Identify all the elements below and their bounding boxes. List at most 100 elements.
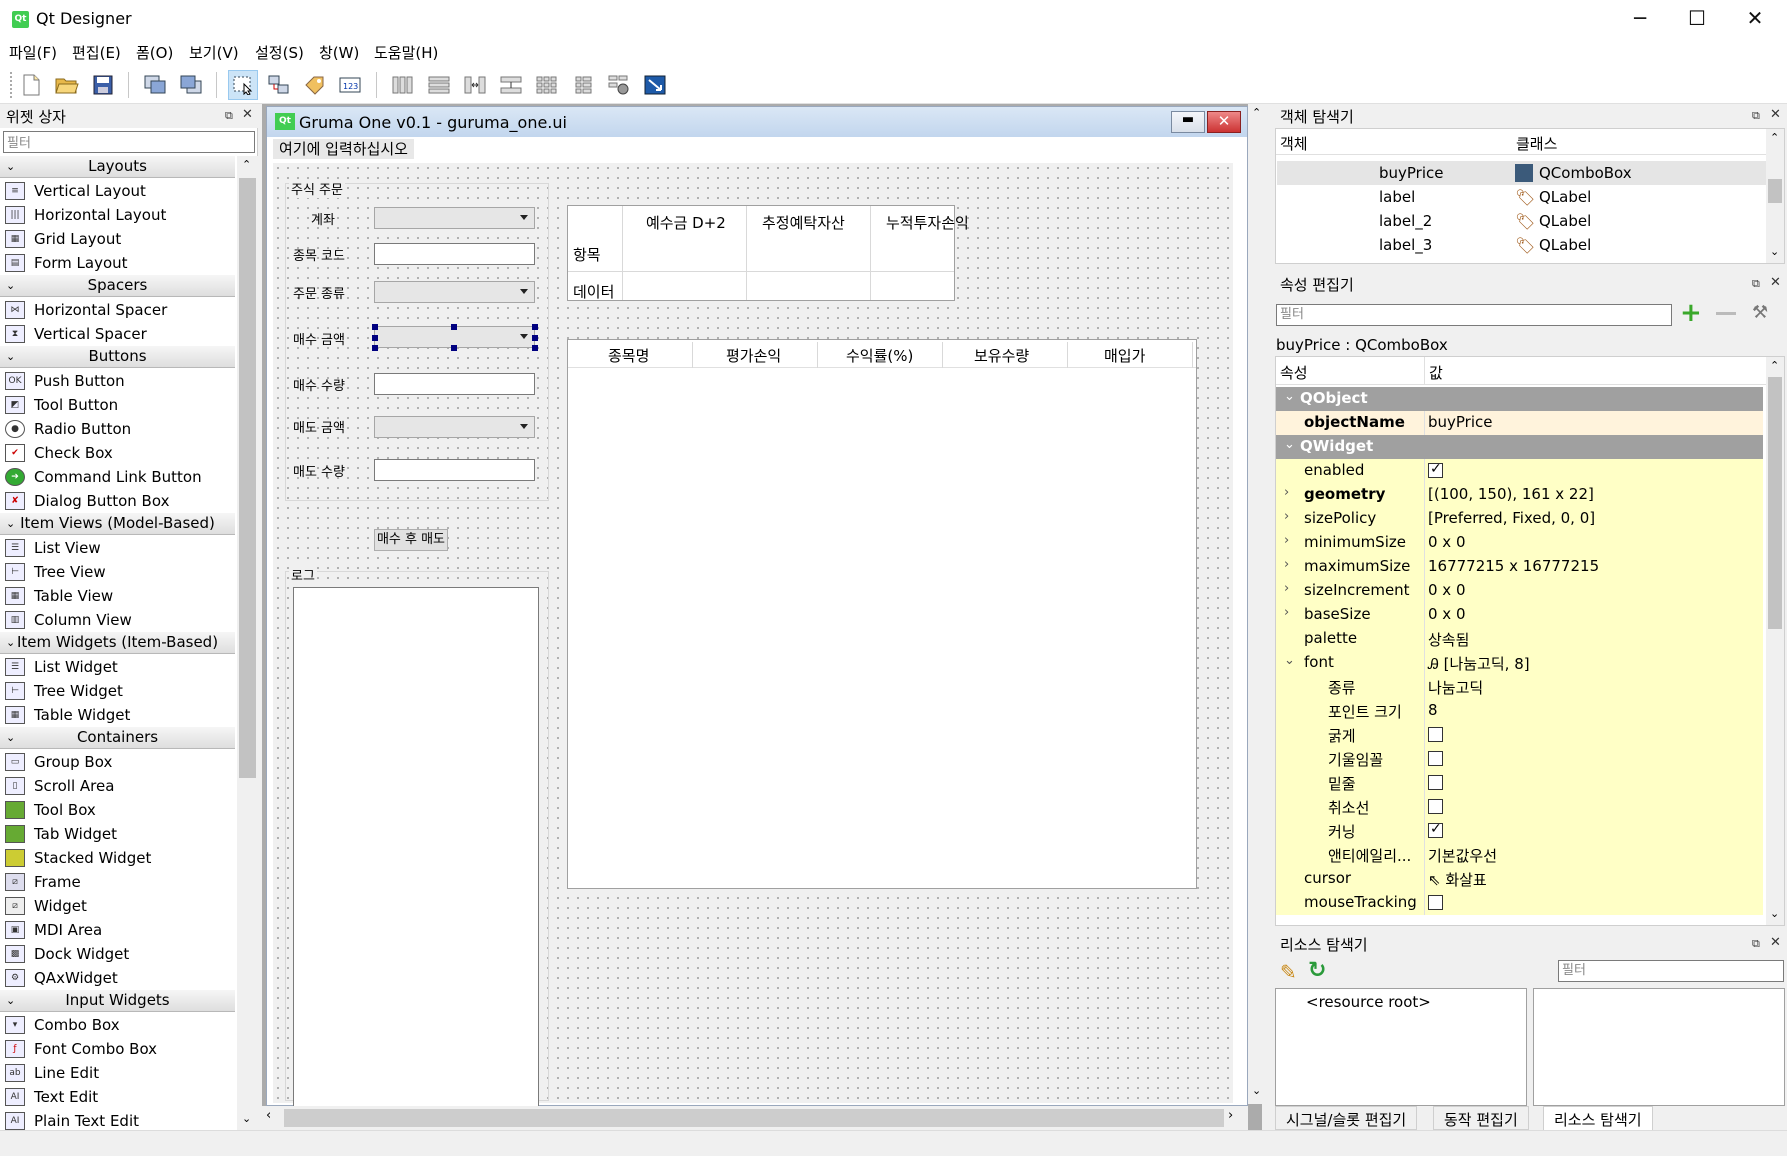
object-name[interactable]: label (1379, 188, 1415, 206)
scroll-down-icon[interactable]: ⌄ (1252, 1084, 1261, 1097)
object-name[interactable]: label_3 (1379, 236, 1432, 254)
save-icon[interactable] (88, 70, 118, 100)
widget-form-layout[interactable]: ▤ Form Layout (5, 251, 128, 275)
widget-tree-view[interactable]: ⊢ Tree View (5, 560, 106, 584)
mdi-horizontal-scrollbar[interactable]: ‹ › (262, 1106, 1248, 1130)
close-dock-icon[interactable]: ✕ (1770, 275, 1781, 290)
category-layouts[interactable]: ⌄ Layouts (0, 156, 235, 178)
edit-tab-order-icon[interactable]: 123 (336, 70, 366, 100)
widget-tool-button[interactable]: ◩ Tool Button (5, 393, 118, 417)
minimize-button[interactable]: ─ (1610, 0, 1670, 38)
widget-horizontal-layout[interactable]: ||| Horizontal Layout (5, 203, 166, 227)
menu-window[interactable]: 창(W) (319, 42, 359, 63)
layout-horizontal-icon[interactable] (388, 70, 418, 100)
mdi-vertical-scrollbar[interactable]: ⌃ ⌄ (1248, 104, 1266, 1104)
resource-filter-input[interactable]: 필터 (1558, 960, 1784, 982)
form-menu-placeholder[interactable]: 여기에 입력하십시오 (273, 139, 414, 159)
reload-icon[interactable]: ↻ (1308, 958, 1326, 983)
selection-handle[interactable] (532, 335, 538, 341)
property-scrollbar[interactable]: ⌃ ⌄ (1766, 357, 1784, 925)
selection-handle[interactable] (372, 324, 378, 330)
prop-sizepolicy[interactable]: › sizePolicy [Preferred, Fixed, 0, 0] (1276, 507, 1763, 531)
menu-view[interactable]: 보기(V) (189, 42, 239, 63)
buy-then-sell-button[interactable]: 매수 후 매도 (374, 529, 448, 551)
holdings-col-header[interactable]: 평가손익 (726, 345, 781, 366)
scroll-up-icon[interactable]: ⌃ (1770, 359, 1779, 372)
mousetracking-checkbox[interactable] (1428, 895, 1443, 910)
open-file-icon[interactable] (52, 70, 82, 100)
menu-help[interactable]: 도움말(H) (374, 42, 438, 63)
prop-basesize[interactable]: › baseSize 0 x 0 (1276, 603, 1763, 627)
prop-sizeincrement[interactable]: › sizeIncrement 0 x 0 (1276, 579, 1763, 603)
category-input-widgets[interactable]: ⌄ Input Widgets (0, 990, 235, 1012)
prop-font-kerning[interactable]: 커닝 (1276, 819, 1763, 843)
scrollbar-thumb[interactable] (239, 178, 256, 778)
resource-root[interactable]: <resource root> (1306, 993, 1431, 1011)
close-button[interactable]: ✕ (1725, 0, 1785, 38)
widget-group-box[interactable]: ▭ Group Box (5, 750, 112, 774)
widget-tool-box[interactable]: Tool Box (5, 798, 96, 822)
widget-vertical-layout[interactable]: ≡ Vertical Layout (5, 179, 146, 203)
widget-box-scrollbar[interactable]: ⌃ ⌄ (237, 156, 258, 1130)
widget-combo-box[interactable]: ▾ Combo Box (5, 1013, 120, 1037)
widget-push-button[interactable]: OK Push Button (5, 369, 125, 393)
tab-resource-browser[interactable]: 리소스 탐색기 (1543, 1106, 1653, 1130)
scroll-down-icon[interactable]: ⌄ (1770, 245, 1779, 258)
widget-stacked-widget[interactable]: Stacked Widget (5, 846, 151, 870)
prop-maximumsize[interactable]: › maximumSize 16777215 x 16777215 (1276, 555, 1763, 579)
prop-mousetracking[interactable]: mouseTracking (1276, 891, 1763, 915)
category-buttons[interactable]: ⌄ Buttons (0, 346, 235, 368)
holdings-col-header[interactable]: 종목명 (608, 345, 649, 366)
tab-signal-slot-editor[interactable]: 시그널/슬롯 편집기 (1275, 1106, 1418, 1130)
widget-dock-widget[interactable]: ▩ Dock Widget (5, 942, 129, 966)
prop-font[interactable]: ⌄ font Ꭿ [나눔고딕, 8] (1276, 651, 1763, 675)
prop-font-strikeout[interactable]: 취소선 (1276, 795, 1763, 819)
prop-palette[interactable]: palette 상속됨 (1276, 627, 1763, 651)
order-type-combo[interactable] (374, 281, 535, 303)
prop-enabled[interactable]: enabled (1276, 459, 1763, 483)
close-dock-icon[interactable]: ✕ (1770, 935, 1781, 950)
send-back-icon[interactable] (140, 70, 170, 100)
widget-qaxwidget[interactable]: ⚙ QAxWidget (5, 966, 118, 990)
selection-handle[interactable] (532, 345, 538, 351)
scroll-left-icon[interactable]: ‹ (266, 1108, 271, 1123)
menu-file[interactable]: 파일(F) (9, 42, 57, 63)
section-qobject[interactable]: ⌄ QObject (1276, 387, 1763, 411)
object-name[interactable]: buyPrice (1379, 164, 1444, 182)
widget-table-widget[interactable]: ▦ Table Widget (5, 703, 130, 727)
remove-property-icon[interactable] (1716, 312, 1736, 315)
prop-font-bold[interactable]: 굵게 (1276, 723, 1763, 747)
widget-filter-input[interactable]: 필터 (3, 131, 255, 153)
widget-line-edit[interactable]: ab Line Edit (5, 1061, 99, 1085)
adjust-size-icon[interactable] (640, 70, 670, 100)
widget-grid-layout[interactable]: ▦ Grid Layout (5, 227, 121, 251)
scroll-down-icon[interactable]: ⌄ (1770, 907, 1779, 920)
widget-tree-widget[interactable]: ⊢ Tree Widget (5, 679, 123, 703)
layout-v-splitter-icon[interactable] (496, 70, 526, 100)
selection-handle[interactable] (372, 335, 378, 341)
property-filter-input[interactable]: 필터 (1276, 304, 1672, 326)
object-inspector-scrollbar[interactable]: ⌃ ⌄ (1766, 129, 1784, 263)
widget-column-view[interactable]: ▥ Column View (5, 608, 132, 632)
category-containers[interactable]: ⌄ Containers (0, 727, 235, 749)
float-dock-icon[interactable]: ⧉ (1752, 277, 1760, 291)
edit-widgets-icon[interactable] (228, 70, 258, 100)
holdings-col-header[interactable]: 보유수량 (974, 345, 1029, 366)
prop-geometry[interactable]: › geometry [(100, 150), 161 x 22] (1276, 483, 1763, 507)
new-file-icon[interactable] (16, 70, 46, 100)
scroll-up-icon[interactable]: ⌃ (242, 158, 251, 171)
widget-dialog-button-box[interactable]: ✘ Dialog Button Box (5, 489, 169, 513)
object-name[interactable]: label_2 (1379, 212, 1432, 230)
scroll-up-icon[interactable]: ⌃ (1770, 131, 1779, 144)
bold-checkbox[interactable] (1428, 727, 1443, 742)
widget-list-widget[interactable]: ☰ List Widget (5, 655, 118, 679)
form-close-button[interactable]: ✕ (1207, 111, 1241, 133)
sell-qty-input[interactable] (374, 459, 535, 481)
widget-check-box[interactable]: ✔ Check Box (5, 441, 113, 465)
bring-front-icon[interactable] (176, 70, 206, 100)
toolbar-grip[interactable] (10, 72, 14, 98)
selection-handle[interactable] (451, 345, 457, 351)
configure-icon[interactable]: ⚒ (1752, 302, 1768, 323)
category-item-widgets[interactable]: ⌄ Item Widgets (Item-Based) (0, 632, 235, 654)
prop-font-italic[interactable]: 기울임꼴 (1276, 747, 1763, 771)
